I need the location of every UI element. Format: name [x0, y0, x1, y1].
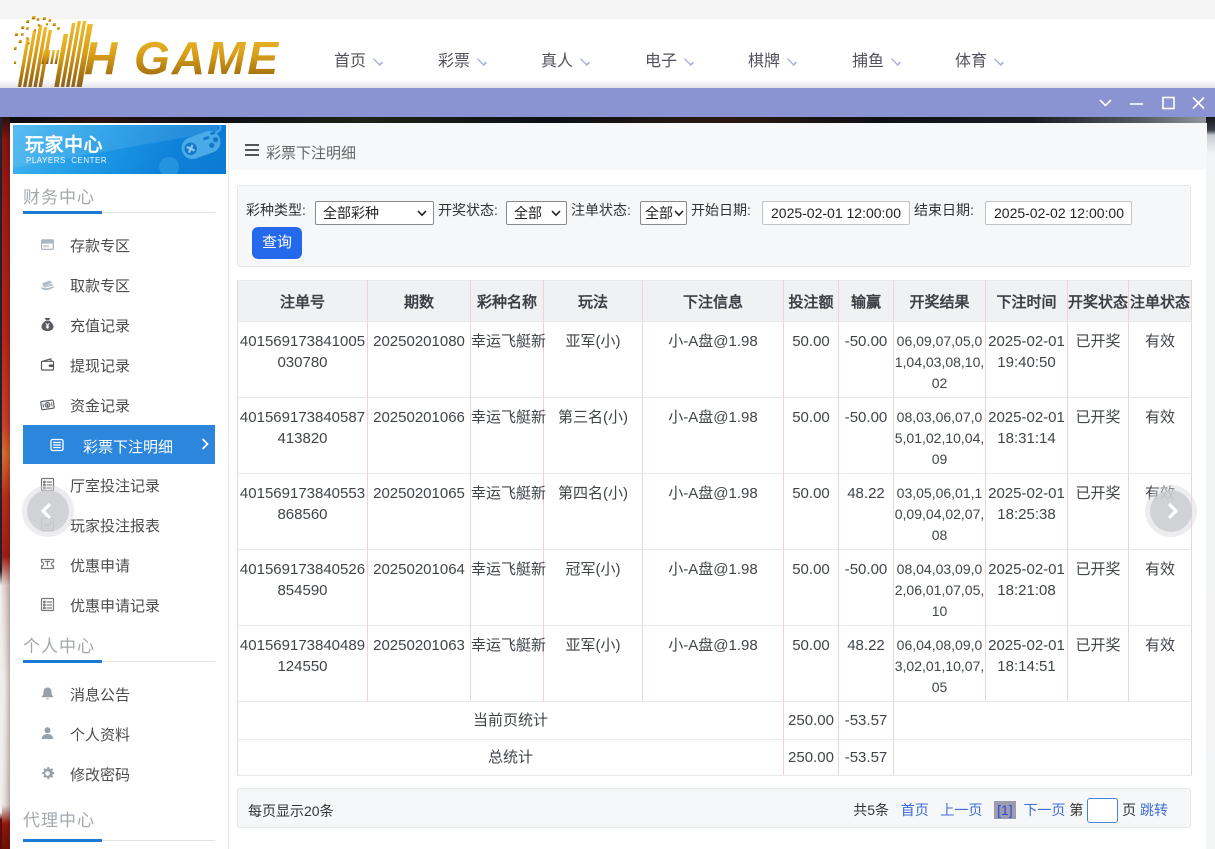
svg-text:H GAME: H GAME	[84, 32, 280, 84]
